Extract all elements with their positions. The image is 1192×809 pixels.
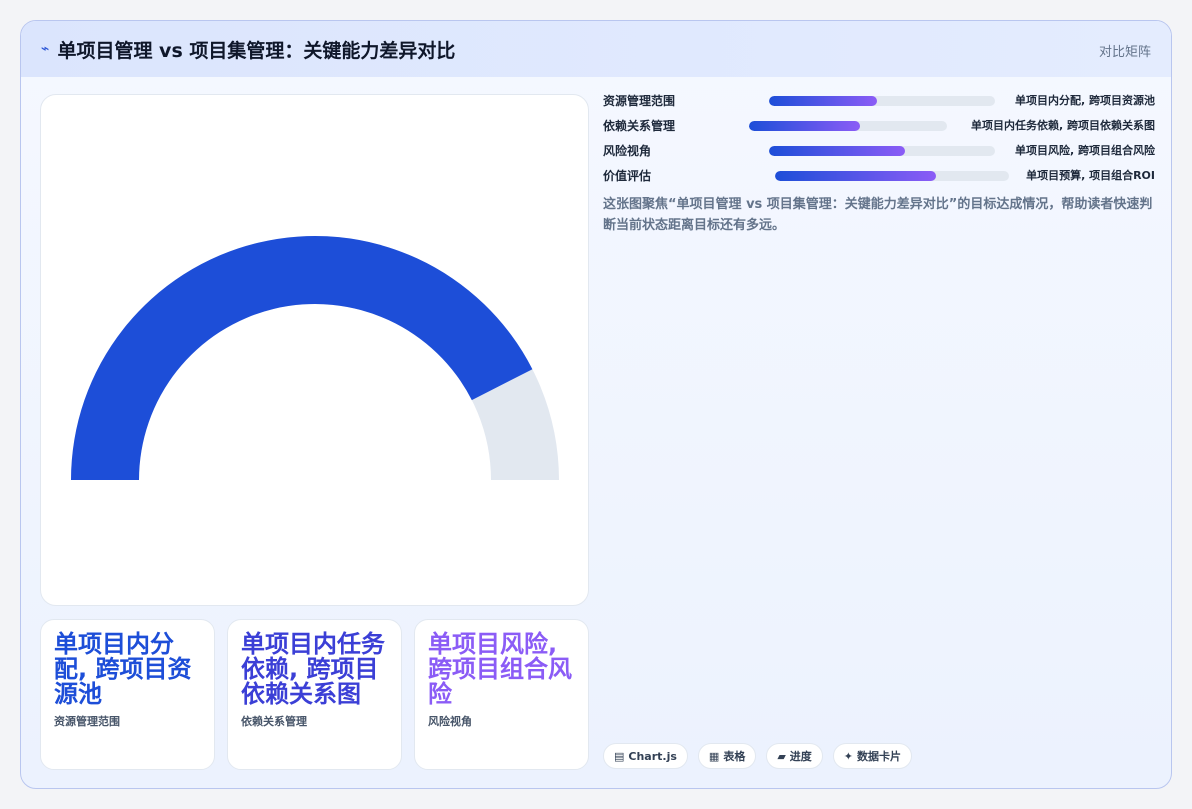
metric-value: 单项目内分配, 跨项目资源池 <box>1014 94 1155 107</box>
dashboard-card: ⌁ 单项目管理 vs 项目集管理：关键能力差异对比 对比矩阵 单项目内分配, 跨… <box>20 20 1172 789</box>
metric-value: 单项目内任务依赖, 跨项目依赖关系图 <box>970 119 1155 132</box>
metric-value: 单项目预算, 项目组合ROI <box>1026 169 1155 182</box>
metric-row: 资源管理范围 单项目内分配, 跨项目资源池 <box>603 94 1155 119</box>
kpi-label: 风险视角 <box>428 714 472 728</box>
metric-track <box>769 96 995 106</box>
chip-chartjs[interactable]: ▤ Chart.js <box>603 743 688 769</box>
metric-value: 单项目风险, 跨项目组合风险 <box>1014 144 1155 157</box>
metric-track <box>749 121 947 131</box>
metric-list: 资源管理范围 单项目内分配, 跨项目资源池 依赖关系管理 单项目内任务依赖, 跨… <box>603 94 1155 194</box>
kpi-label: 依赖关系管理 <box>241 714 307 728</box>
kpi-value: 单项目风险, 跨项目组合风险 <box>428 630 572 709</box>
sparkle-icon: ✦ <box>843 749 854 763</box>
metric-track <box>775 171 1009 181</box>
metric-row: 风险视角 单项目风险, 跨项目组合风险 <box>603 144 1155 169</box>
chip-label: Chart.js <box>628 749 677 763</box>
table-icon: ▦ <box>708 749 720 763</box>
header: ⌁ 单项目管理 vs 项目集管理：关键能力差异对比 对比矩阵 <box>21 21 1171 77</box>
kpi-card: 单项目内任务依赖, 跨项目依赖关系图 依赖关系管理 <box>227 619 402 770</box>
chip-table[interactable]: ▦ 表格 <box>697 743 757 769</box>
view-mode-tag[interactable]: 对比矩阵 <box>1099 41 1151 60</box>
chip-data-cards[interactable]: ✦ 数据卡片 <box>832 743 913 769</box>
gauge-chart <box>71 235 559 480</box>
metric-fill <box>775 171 937 181</box>
kpi-value: 单项目内任务依赖, 跨项目依赖关系图 <box>241 630 385 709</box>
kpi-label: 资源管理范围 <box>54 714 120 728</box>
kpi-cards: 单项目内分配, 跨项目资源池 资源管理范围 单项目内任务依赖, 跨项目依赖关系图… <box>40 619 589 770</box>
metric-row: 价值评估 单项目预算, 项目组合ROI <box>603 169 1155 194</box>
metric-row: 依赖关系管理 单项目内任务依赖, 跨项目依赖关系图 <box>603 119 1155 144</box>
progress-icon: ▰ <box>777 749 786 763</box>
pulse-icon: ⌁ <box>41 41 50 57</box>
metric-fill <box>769 96 878 106</box>
kpi-value: 单项目内分配, 跨项目资源池 <box>54 630 192 709</box>
kpi-card: 单项目内分配, 跨项目资源池 资源管理范围 <box>40 619 215 770</box>
gauge-fill <box>71 235 533 480</box>
metric-label: 风险视角 <box>603 144 652 158</box>
chip-label: 数据卡片 <box>857 750 902 763</box>
chart-icon: ▤ <box>614 749 625 763</box>
tech-chips: ▤ Chart.js ▦ 表格 ▰ 进度 ✦ 数据卡片 <box>603 743 913 769</box>
metric-fill <box>769 146 905 156</box>
chip-progress[interactable]: ▰ 进度 <box>766 743 823 769</box>
chip-label: 进度 <box>789 750 812 763</box>
page-title: 单项目管理 vs 项目集管理：关键能力差异对比 <box>57 39 456 62</box>
metric-label: 价值评估 <box>603 169 652 183</box>
metric-track <box>769 146 995 156</box>
metric-label: 资源管理范围 <box>603 94 676 108</box>
metric-fill <box>749 121 860 131</box>
chip-label: 表格 <box>723 750 746 763</box>
kpi-card: 单项目风险, 跨项目组合风险 风险视角 <box>414 619 589 770</box>
chart-description: 这张图聚焦“单项目管理 vs 项目集管理：关键能力差异对比”的目标达成情况，帮助… <box>603 197 1153 233</box>
metric-label: 依赖关系管理 <box>603 119 676 133</box>
gauge-panel <box>40 94 589 606</box>
